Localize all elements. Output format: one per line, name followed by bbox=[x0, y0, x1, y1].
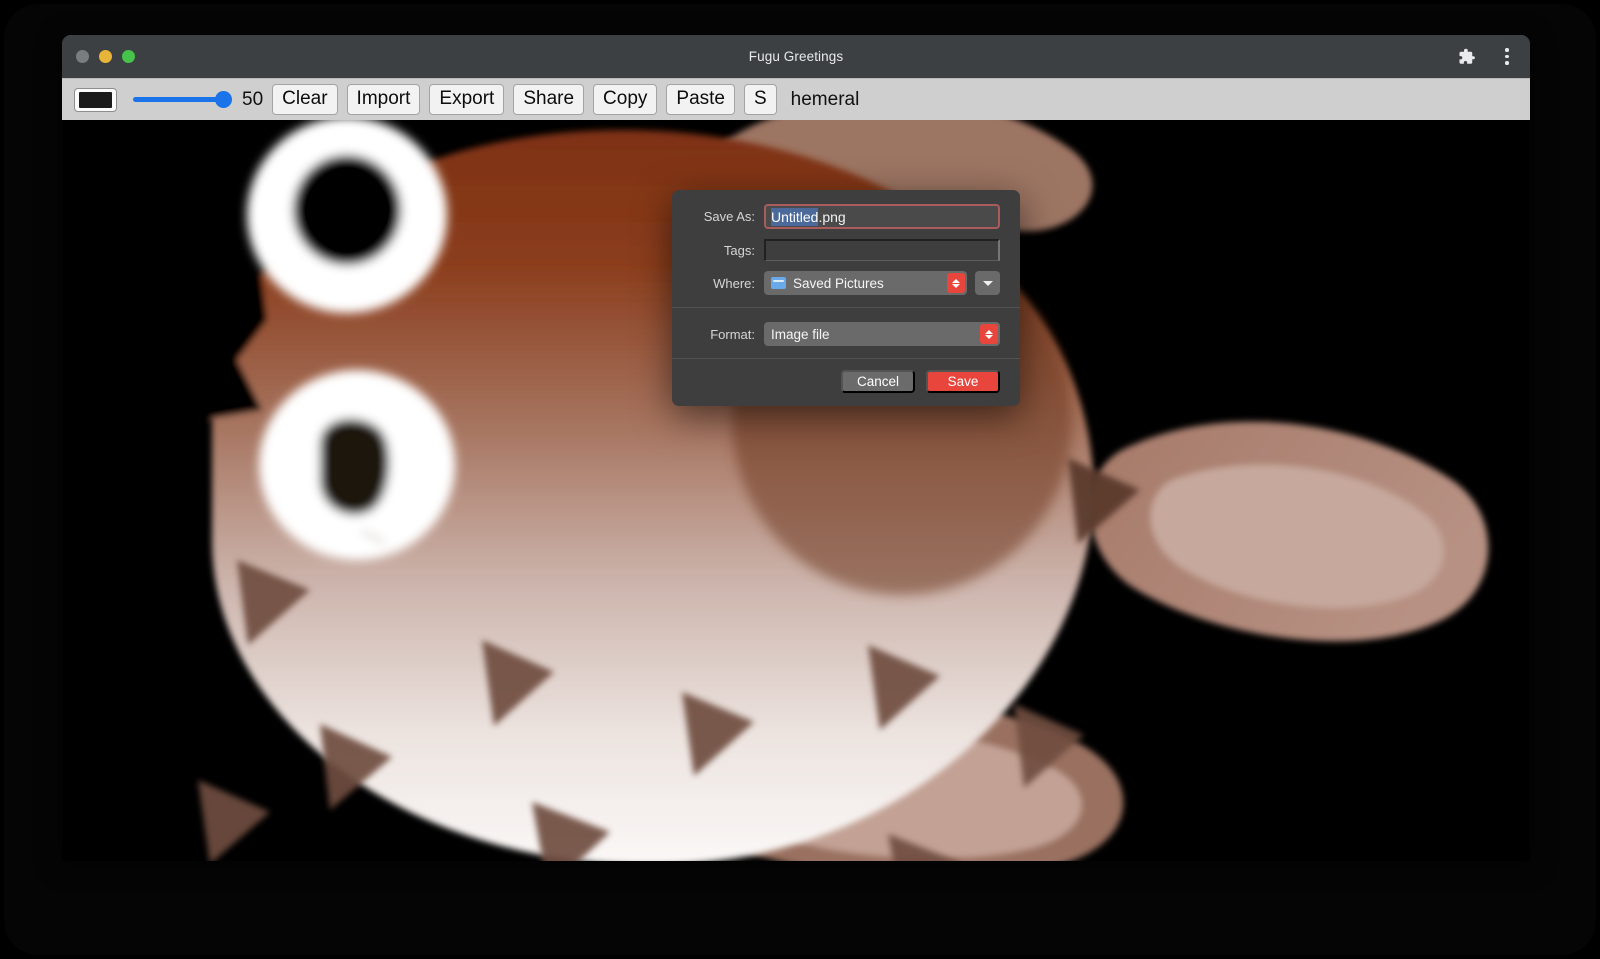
export-button[interactable]: Export bbox=[429, 84, 504, 116]
format-dropdown[interactable]: Image file bbox=[764, 322, 1000, 346]
save-button-partial[interactable]: S bbox=[744, 84, 777, 116]
color-picker-swatch[interactable] bbox=[74, 88, 117, 112]
brush-size-slider[interactable] bbox=[133, 90, 229, 110]
brush-size-value: 50 bbox=[242, 89, 263, 111]
cancel-button[interactable]: Cancel bbox=[841, 370, 915, 393]
where-value: Saved Pictures bbox=[793, 276, 884, 291]
close-window-button[interactable] bbox=[76, 50, 89, 63]
toolbar-trailing-label: hemeral bbox=[791, 89, 860, 111]
tags-label: Tags: bbox=[692, 243, 764, 258]
minimize-window-button[interactable] bbox=[99, 50, 112, 63]
dialog-actions: Cancel Save bbox=[672, 359, 1020, 406]
desktop-backdrop: Fugu Greetings 50 Clear Impo bbox=[0, 0, 1600, 959]
format-stepper-icon[interactable] bbox=[980, 324, 998, 344]
paste-button[interactable]: Paste bbox=[666, 84, 735, 116]
drawing-canvas[interactable]: Save As: Untitled.png Tags: Where: bbox=[62, 120, 1530, 861]
save-as-label: Save As: bbox=[692, 209, 764, 224]
dialog-top-section: Save As: Untitled.png Tags: Where: bbox=[672, 190, 1020, 307]
window-controls[interactable] bbox=[76, 35, 135, 78]
tags-input[interactable] bbox=[764, 239, 1000, 261]
expand-browser-button[interactable] bbox=[975, 271, 1000, 295]
save-button[interactable]: Save bbox=[926, 370, 1000, 393]
where-stepper-icon[interactable] bbox=[947, 273, 965, 293]
save-as-extension-text: .png bbox=[818, 209, 845, 225]
slider-thumb[interactable] bbox=[215, 91, 232, 108]
chevron-down-icon bbox=[983, 281, 993, 286]
maximize-window-button[interactable] bbox=[122, 50, 135, 63]
save-as-selected-text: Untitled bbox=[771, 208, 818, 226]
where-label: Where: bbox=[692, 276, 764, 291]
dialog-format-section: Format: Image file bbox=[672, 308, 1020, 358]
save-as-row: Save As: Untitled.png bbox=[692, 204, 1000, 229]
save-as-input[interactable]: Untitled.png bbox=[764, 204, 1000, 229]
share-button[interactable]: Share bbox=[513, 84, 584, 116]
where-dropdown[interactable]: Saved Pictures bbox=[764, 271, 967, 295]
browser-menu-icon[interactable] bbox=[1496, 46, 1518, 68]
extensions-puzzle-icon[interactable] bbox=[1456, 46, 1478, 68]
save-file-dialog: Save As: Untitled.png Tags: Where: bbox=[672, 190, 1020, 406]
page-title: Fugu Greetings bbox=[62, 49, 1530, 64]
copy-button[interactable]: Copy bbox=[593, 84, 657, 116]
format-label: Format: bbox=[692, 327, 764, 342]
tags-row: Tags: bbox=[692, 239, 1000, 261]
folder-icon bbox=[771, 277, 786, 289]
browser-window: Fugu Greetings 50 Clear Impo bbox=[62, 35, 1530, 861]
clear-button[interactable]: Clear bbox=[272, 84, 337, 116]
import-button[interactable]: Import bbox=[347, 84, 421, 116]
where-row: Where: Saved Pictures bbox=[692, 271, 1000, 295]
format-row: Format: Image file bbox=[692, 322, 1000, 346]
titlebar-actions bbox=[1456, 35, 1518, 78]
app-toolbar: 50 Clear Import Export Share Copy Paste … bbox=[62, 78, 1530, 120]
format-value: Image file bbox=[771, 327, 830, 342]
window-title-bar: Fugu Greetings bbox=[62, 35, 1530, 78]
